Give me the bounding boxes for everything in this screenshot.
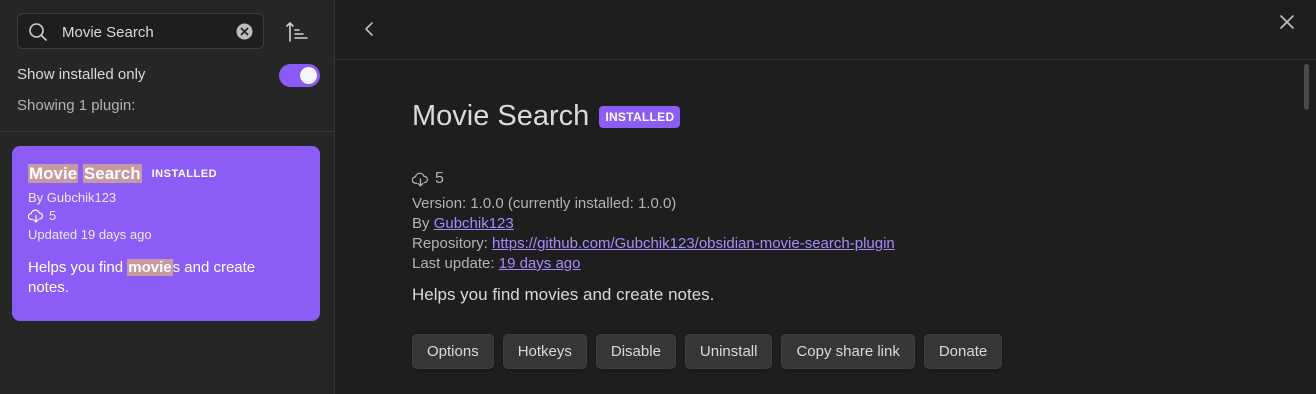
last-update-label: Last update: [412, 255, 499, 272]
search-icon [29, 23, 47, 41]
installed-only-toggle[interactable] [279, 64, 320, 87]
sort-icon[interactable] [285, 20, 309, 44]
plugin-description: Helps you find movies and create notes. [412, 285, 715, 304]
author-label: By [412, 215, 434, 232]
desc-text: Helps you find [28, 259, 128, 276]
back-chevron-icon[interactable] [361, 18, 379, 40]
version-text: Version: 1.0.0 (currently installed: 1.0… [412, 195, 677, 212]
search-highlight: Search [82, 164, 142, 183]
action-buttons: Options Hotkeys Disable Uninstall Copy s… [412, 334, 1011, 369]
plugin-count-text: Showing 1 plugin: [17, 97, 136, 114]
uninstall-button[interactable]: Uninstall [684, 334, 773, 369]
plugin-card[interactable]: Movie Search INSTALLED By Gubchik123 5 U… [12, 146, 320, 321]
download-cloud-icon [28, 209, 43, 223]
search-highlight: movie [127, 259, 173, 276]
toggle-knob [300, 67, 317, 84]
installed-badge: INSTALLED [599, 105, 681, 128]
author-row: By Gubchik123 [412, 214, 895, 234]
last-update-link[interactable]: 19 days ago [499, 255, 581, 272]
scrollbar[interactable] [1304, 64, 1309, 110]
plugin-card-description: Helps you find movies and create notes. [28, 258, 288, 298]
installed-badge: INSTALLED [151, 168, 218, 180]
download-count: 5 [49, 208, 57, 223]
download-count: 5 [435, 170, 444, 187]
plugin-card-title: Movie Search [28, 164, 142, 184]
author-link[interactable]: Gubchik123 [434, 215, 514, 232]
plugin-card-downloads: 5 [28, 208, 304, 223]
download-cloud-icon [412, 172, 428, 187]
search-highlight: Movie [28, 164, 79, 183]
disable-button[interactable]: Disable [595, 334, 676, 369]
repository-link[interactable]: https://github.com/Gubchik123/obsidian-m… [492, 235, 895, 252]
close-icon[interactable] [1277, 12, 1297, 32]
plugin-card-author: By Gubchik123 [28, 190, 117, 205]
hotkeys-button[interactable]: Hotkeys [502, 334, 587, 369]
copy-share-link-button[interactable]: Copy share link [781, 334, 915, 369]
divider [0, 131, 334, 132]
search-box[interactable] [17, 13, 264, 49]
repository-row: Repository: https://github.com/Gubchik12… [412, 234, 895, 254]
sidebar: Show installed only Showing 1 plugin: Mo… [0, 0, 335, 394]
plugin-info: Version: 1.0.0 (currently installed: 1.0… [412, 194, 895, 274]
repository-label: Repository: [412, 235, 493, 252]
last-update-row: Last update: 19 days ago [412, 254, 895, 274]
plugin-title: Movie Search [412, 100, 590, 132]
download-count-row: 5 [412, 170, 444, 188]
installed-only-label: Show installed only [17, 66, 146, 83]
options-button[interactable]: Options [412, 334, 494, 369]
divider [335, 59, 1316, 60]
plugin-card-updated: Updated 19 days ago [28, 227, 152, 242]
donate-button[interactable]: Donate [923, 334, 1003, 369]
plugin-detail-pane: Movie Search INSTALLED 5 Version: 1.0.0 … [335, 0, 1316, 394]
search-input[interactable] [62, 22, 232, 42]
clear-search-icon[interactable] [236, 23, 253, 40]
